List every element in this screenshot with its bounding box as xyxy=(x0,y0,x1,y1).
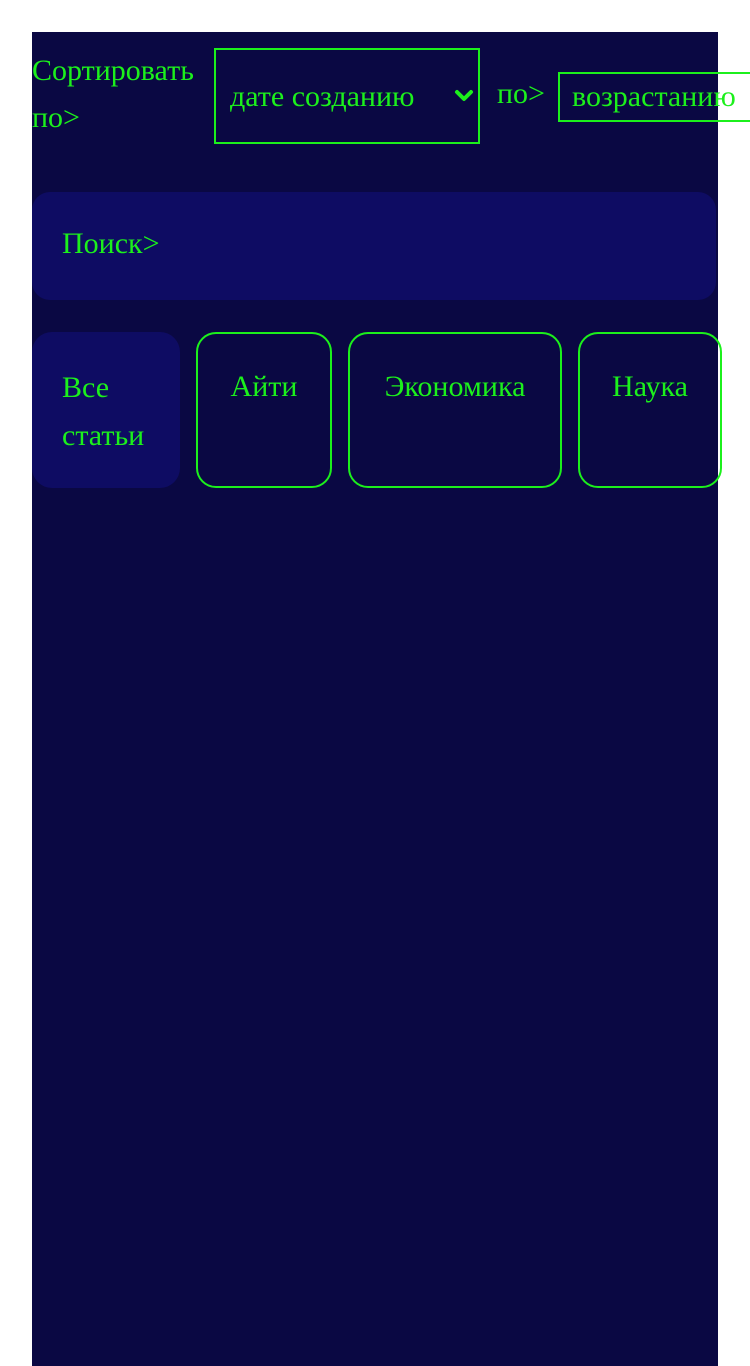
tab-economics[interactable]: Экономика xyxy=(348,332,562,488)
sort-label: Сортировать по> xyxy=(32,54,194,134)
sort-field-value: дате созданию xyxy=(230,80,415,113)
tab-label: Айти xyxy=(230,370,298,403)
search-input[interactable]: Поиск> xyxy=(32,192,716,300)
tab-label: Экономика xyxy=(384,370,526,403)
sort-order-value: возрастанию xyxy=(572,80,736,113)
sort-field-select[interactable]: дате созданию xyxy=(214,48,480,144)
chevron-down-icon xyxy=(455,90,473,101)
tab-all-articles[interactable]: Все статьи xyxy=(32,332,180,488)
search-placeholder: Поиск> xyxy=(62,227,160,260)
tab-label: Наука xyxy=(612,370,688,403)
sort-order-select[interactable]: возрастанию xyxy=(558,72,750,122)
tab-it[interactable]: Айти xyxy=(196,332,332,488)
tab-science[interactable]: Наука xyxy=(578,332,722,488)
tab-label: Все статьи xyxy=(62,371,145,452)
sort-order-label: по> xyxy=(497,77,545,110)
